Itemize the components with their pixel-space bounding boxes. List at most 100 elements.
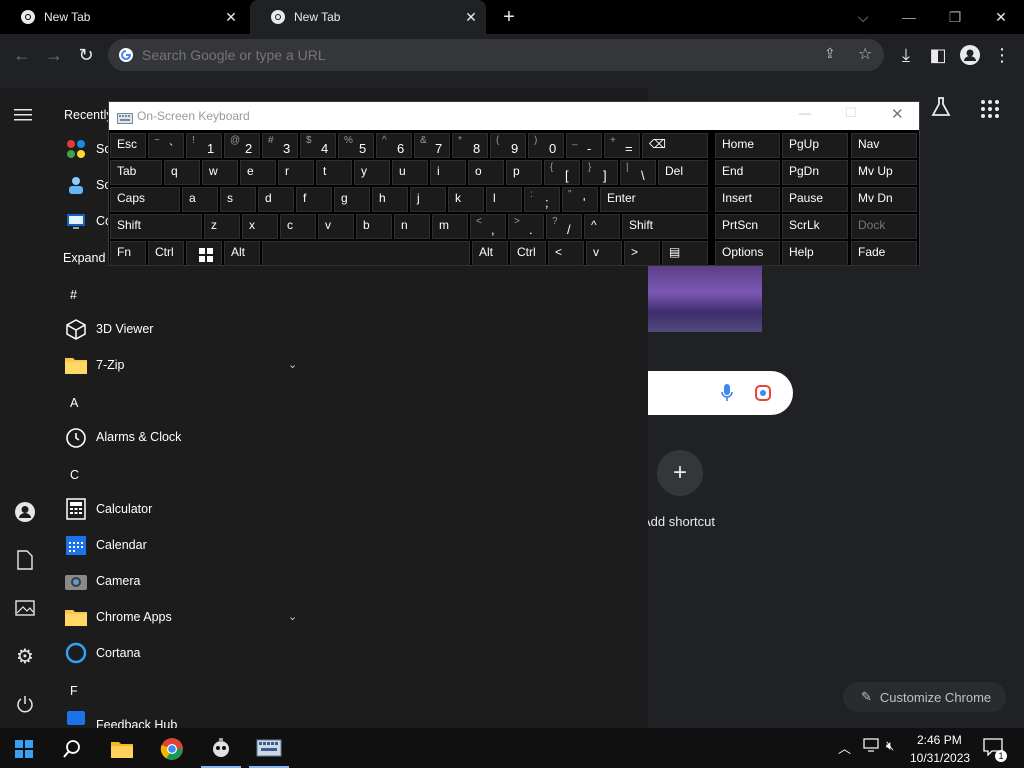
osk-key[interactable]: (9 <box>490 133 526 158</box>
osk-key[interactable]: z <box>204 214 240 239</box>
osk-maximize-button[interactable]: ☐ <box>845 105 865 121</box>
customize-chrome-button[interactable]: ✎ Customize Chrome <box>843 682 1006 712</box>
osk-taskbar-icon[interactable] <box>249 730 289 768</box>
app-calculator[interactable]: Calculator <box>56 492 306 526</box>
space-key[interactable] <box>262 241 470 266</box>
doodle-image[interactable] <box>648 266 762 332</box>
osk-nav-key[interactable]: PrtScn <box>715 214 780 239</box>
osk-nav-key[interactable]: End <box>715 160 780 185</box>
google-apps-icon[interactable] <box>980 99 1000 119</box>
share-icon[interactable]: ⇪ <box>824 45 836 62</box>
settings-gear-icon[interactable]: ⚙ <box>10 641 40 671</box>
minimize-button[interactable]: — <box>886 0 932 34</box>
osk-key[interactable]: f <box>296 187 332 212</box>
osk-minimize-button[interactable]: — <box>799 106 819 120</box>
osk-key[interactable]: e <box>240 160 276 185</box>
omnibox[interactable]: ⇪ ☆ <box>108 39 884 71</box>
forward-icon[interactable]: → <box>39 40 69 70</box>
osk-key[interactable]: ) 0 <box>528 133 564 158</box>
osk-key[interactable]: m <box>432 214 468 239</box>
pictures-icon[interactable] <box>10 593 40 623</box>
app-calendar[interactable]: Calendar <box>56 528 306 562</box>
app-7-zip[interactable]: 7-Zip ⌄ <box>56 348 306 382</box>
expand-label[interactable]: Expand <box>63 251 105 265</box>
windows-key[interactable] <box>186 241 222 266</box>
osk-key[interactable]: Shift <box>110 214 202 239</box>
osk-key[interactable]: #3 <box>262 133 298 158</box>
osk-key[interactable]: ? / <box>546 214 582 239</box>
osk-nav-key[interactable]: ScrLk <box>782 214 848 239</box>
section-letter[interactable]: A <box>70 396 78 410</box>
side-panel-icon[interactable]: ◧ <box>923 40 953 70</box>
osk-key[interactable]: % 5 <box>338 133 374 158</box>
osk-nav-key[interactable]: Fade <box>851 241 917 266</box>
osk-key[interactable]: d <box>258 187 294 212</box>
osk-key[interactable]: ^ <box>584 214 620 239</box>
osk-key[interactable]: l <box>486 187 522 212</box>
osk-nav-key[interactable]: PgUp <box>782 133 848 158</box>
osk-nav-key[interactable]: Help <box>782 241 848 266</box>
chrome-taskbar-icon[interactable] <box>152 730 192 768</box>
osk-key[interactable]: :; <box>524 187 560 212</box>
osk-key[interactable]: j <box>410 187 446 212</box>
app-alarms-clock[interactable]: Alarms & Clock <box>56 420 306 454</box>
osk-key[interactable]: Fn <box>110 241 146 266</box>
osk-key[interactable]: ~ ` <box>148 133 184 158</box>
reload-icon[interactable]: ↻ <box>71 40 101 70</box>
app-cortana[interactable]: Cortana <box>56 636 306 670</box>
osk-key[interactable]: }] <box>582 160 618 185</box>
osk-key[interactable]: c <box>280 214 316 239</box>
osk-key[interactable]: Del <box>658 160 708 185</box>
osk-nav-key[interactable]: Pause <box>782 187 848 212</box>
osk-key[interactable]: | \ <box>620 160 656 185</box>
osk-key[interactable]: ! 1 <box>186 133 222 158</box>
clock-time[interactable]: 2:46 PM <box>917 733 962 747</box>
section-letter[interactable]: F <box>70 684 78 698</box>
profile-avatar-icon[interactable] <box>955 40 985 70</box>
osk-key[interactable]: v <box>586 241 622 266</box>
osk-nav-key[interactable]: Home <box>715 133 780 158</box>
chrome-labs-icon[interactable] <box>930 96 954 120</box>
osk-key[interactable]: p <box>506 160 542 185</box>
osk-key[interactable]: Alt <box>224 241 260 266</box>
tab-2-close-icon[interactable]: ✕ <box>464 10 478 24</box>
search-icon[interactable] <box>52 730 92 768</box>
osk-key[interactable]: + = <box>604 133 640 158</box>
osk-nav-key[interactable]: PgDn <box>782 160 848 185</box>
start-button[interactable] <box>4 730 44 768</box>
osk-key[interactable]: {[ <box>544 160 580 185</box>
osk-key[interactable]: ⌫ <box>642 133 708 158</box>
osk-key[interactable]: t <box>316 160 352 185</box>
lens-search-icon[interactable] <box>754 384 772 402</box>
osk-key[interactable]: x <box>242 214 278 239</box>
osk-key[interactable]: Tab <box>110 160 162 185</box>
osk-key[interactable]: ▤ <box>662 241 708 266</box>
osk-key[interactable]: > <box>624 241 660 266</box>
osk-title-bar[interactable]: On-Screen Keyboard — ☐ ✕ <box>109 102 919 130</box>
volume-muted-icon[interactable]: 🔇︎ <box>886 738 894 754</box>
osk-key[interactable]: v <box>318 214 354 239</box>
app-feedback-hub[interactable]: Feedback Hub <box>56 708 306 728</box>
osk-key[interactable]: Alt <box>472 241 508 266</box>
voice-search-icon[interactable] <box>720 383 734 403</box>
add-shortcut-button[interactable]: + <box>657 450 703 496</box>
osk-key[interactable]: Enter <box>600 187 708 212</box>
osk-key[interactable]: * 8 <box>452 133 488 158</box>
app-3d-viewer[interactable]: 3D Viewer <box>56 312 306 346</box>
osk-key[interactable]: w <box>202 160 238 185</box>
new-tab-button[interactable]: + <box>498 6 520 28</box>
osk-key[interactable]: g <box>334 187 370 212</box>
osk-key[interactable]: Ctrl <box>148 241 184 266</box>
app-taskbar-icon[interactable] <box>201 730 241 768</box>
file-explorer-icon[interactable] <box>102 730 142 768</box>
osk-key[interactable]: ^ 6 <box>376 133 412 158</box>
osk-key[interactable]: i <box>430 160 466 185</box>
chrome-menu-icon[interactable]: ⋮ <box>987 40 1017 70</box>
clock-date[interactable]: 10/31/2023 <box>910 751 970 765</box>
osk-key[interactable]: k <box>448 187 484 212</box>
osk-nav-key[interactable]: Dock <box>851 214 917 239</box>
restore-button[interactable]: ❐ <box>932 0 978 34</box>
documents-icon[interactable] <box>10 545 40 575</box>
tab-1-close-icon[interactable]: ✕ <box>224 10 238 24</box>
osk-key[interactable]: r <box>278 160 314 185</box>
